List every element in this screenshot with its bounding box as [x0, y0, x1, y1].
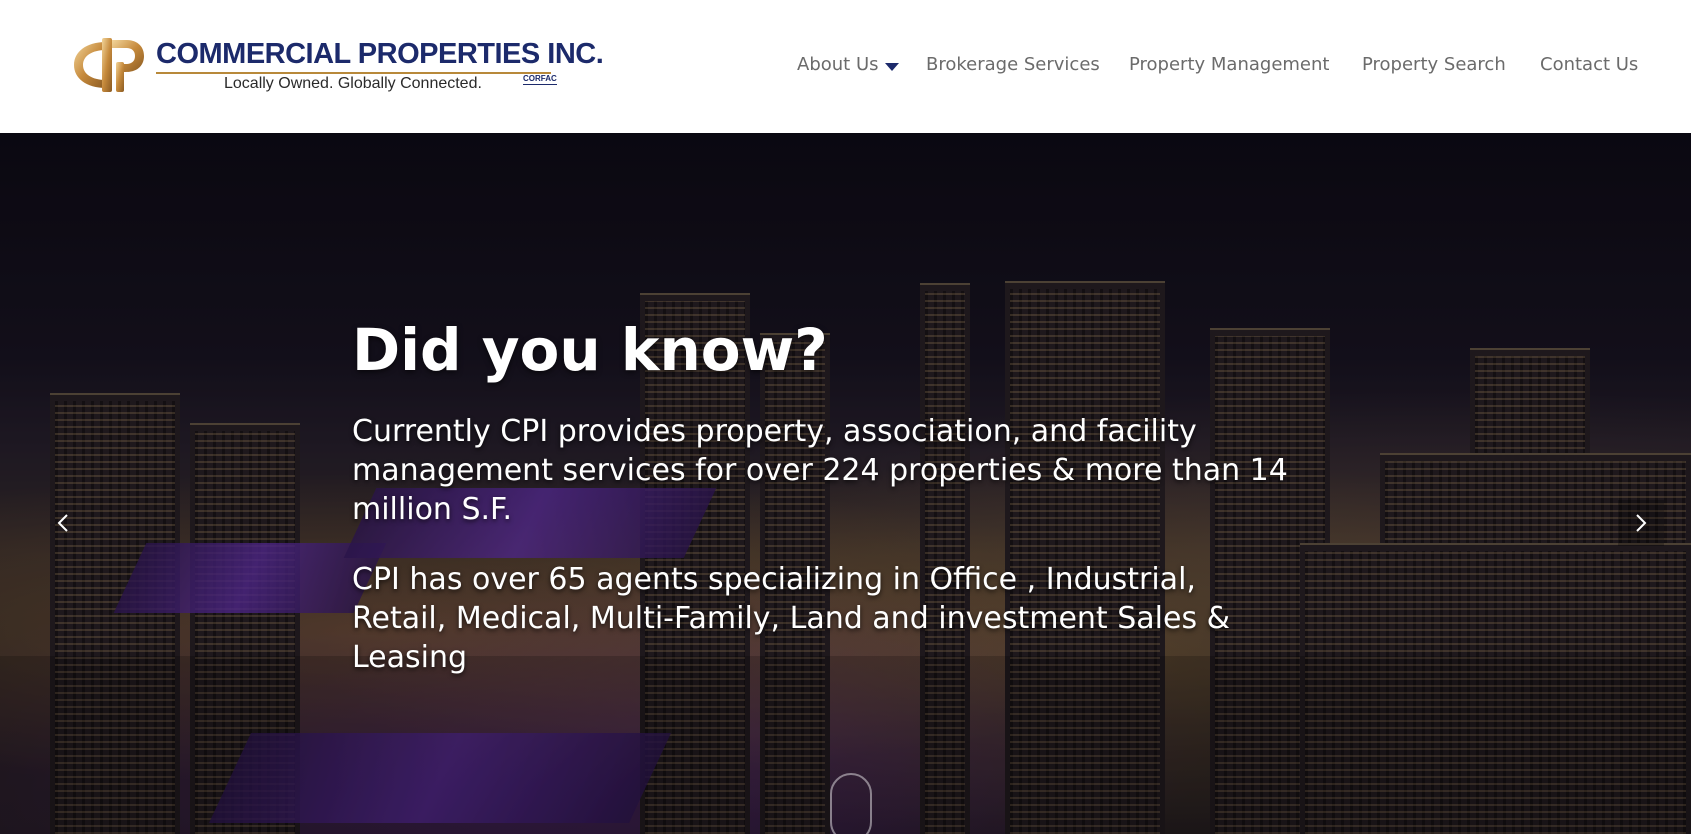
nav-property-search[interactable]: Property Search	[1362, 54, 1506, 75]
carousel-prev-button[interactable]	[40, 500, 86, 546]
hero-paragraph-management: Currently CPI provides property, associa…	[352, 414, 1288, 527]
scroll-down-icon[interactable]	[830, 773, 872, 834]
chevron-right-icon	[1636, 514, 1647, 532]
hero-carousel: Did you know? Currently CPI provides pro…	[0, 133, 1691, 834]
caret-down-icon[interactable]	[885, 63, 899, 71]
chevron-left-icon	[57, 514, 68, 532]
site-header: COMMERCIAL PROPERTIES INC. Locally Owned…	[0, 0, 1691, 133]
hero-paragraph-agents: CPI has over 65 agents specializing in O…	[352, 562, 1230, 675]
nav-brokerage-services[interactable]: Brokerage Services	[926, 54, 1100, 75]
hero-title: Did you know?	[352, 316, 828, 384]
nav-contact-us[interactable]: Contact Us	[1540, 54, 1638, 75]
nav-about-us[interactable]: About Us	[797, 54, 879, 75]
carousel-next-button[interactable]	[1618, 500, 1664, 546]
main-nav: About Us Brokerage Services Property Man…	[0, 54, 1691, 82]
nav-property-management[interactable]: Property Management	[1129, 54, 1329, 75]
